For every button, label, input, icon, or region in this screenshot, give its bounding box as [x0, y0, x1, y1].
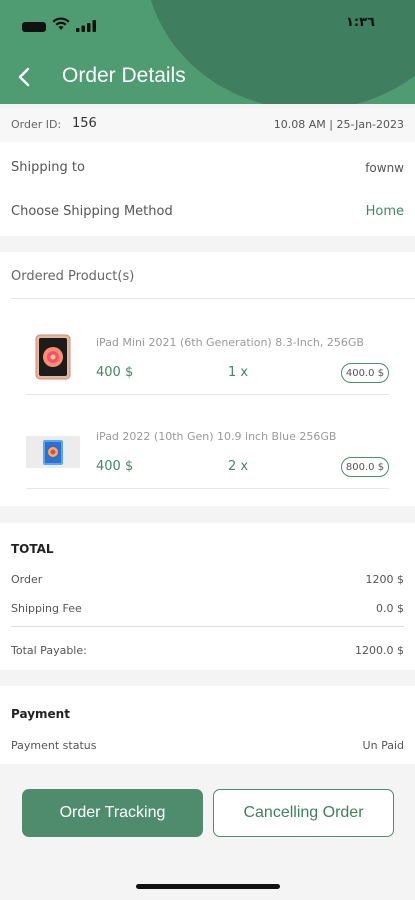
product-image-ipad-mini	[26, 334, 80, 380]
product-quantity: 2 x	[228, 459, 249, 474]
product-price: 400 $	[96, 459, 134, 474]
product-name: iPad 2022 (10th Gen) 10.9 inch Blue 256G…	[96, 430, 337, 443]
total-card: TOTAL Order 1200 $ Shipping Fee 0.0 $ To…	[0, 523, 415, 670]
product-price: 400 $	[96, 365, 134, 380]
shipping-to-label: Shipping to	[11, 160, 85, 175]
shipping-to-value: fownw	[365, 161, 404, 175]
product-name: iPad Mini 2021 (6th Generation) 8.3-Inch…	[96, 336, 364, 349]
products-title: Ordered Product(s)	[11, 269, 135, 284]
order-date: 10.08 AM | 25-Jan-2023	[273, 118, 404, 131]
order-tracking-button[interactable]: Order Tracking	[22, 789, 203, 837]
order-amount-value: 1200 $	[365, 573, 405, 586]
shipping-card: Shipping to fownw Choose Shipping Method…	[0, 142, 415, 236]
product-total-badge: 800.0 $	[341, 457, 389, 477]
header-bar: ١:٣٦ Order Details	[0, 0, 415, 104]
order-info-row: Order ID: 156 10.08 AM | 25-Jan-2023	[0, 108, 415, 142]
payment-status-value: Un Paid	[362, 739, 404, 752]
status-bar: ١:٣٦	[0, 0, 415, 50]
total-payable-label: Total Payable:	[11, 644, 87, 657]
product-total-badge: 400.0 $	[341, 363, 389, 383]
payment-title: Payment	[11, 707, 70, 721]
wifi-icon	[52, 17, 70, 30]
tablet-icon	[26, 436, 80, 468]
payment-card: Payment Payment status Un Paid	[0, 686, 415, 764]
divider	[26, 394, 389, 395]
divider	[26, 488, 389, 489]
payment-status-label: Payment status	[11, 739, 97, 752]
divider	[11, 298, 415, 299]
shipping-method-label: Choose Shipping Method	[11, 204, 173, 219]
back-button[interactable]	[10, 62, 38, 92]
order-amount-label: Order	[11, 573, 43, 586]
home-indicator[interactable]	[136, 884, 280, 889]
signal-icon	[76, 20, 96, 32]
chevron-left-icon	[18, 67, 30, 87]
shipping-method-value[interactable]: Home	[366, 204, 404, 219]
order-id-label: Order ID:	[11, 118, 62, 131]
tablet-icon	[35, 334, 71, 380]
total-title: TOTAL	[11, 542, 54, 556]
total-payable-value: 1200.0 $	[355, 644, 404, 657]
shipping-fee-value: 0.0 $	[376, 602, 404, 615]
status-time: ١:٣٦	[345, 15, 375, 30]
product-image-ipad-10	[26, 429, 80, 475]
shipping-fee-label: Shipping Fee	[11, 602, 82, 615]
order-id-value: 156	[72, 116, 97, 131]
divider	[11, 626, 404, 627]
battery-icon	[22, 22, 46, 32]
products-card: Ordered Product(s) iPad Mini 2021 (6th G…	[0, 252, 415, 506]
product-quantity: 1 x	[228, 365, 249, 380]
page-title: Order Details	[62, 64, 186, 87]
cancel-order-button[interactable]: Cancelling Order	[213, 789, 394, 837]
